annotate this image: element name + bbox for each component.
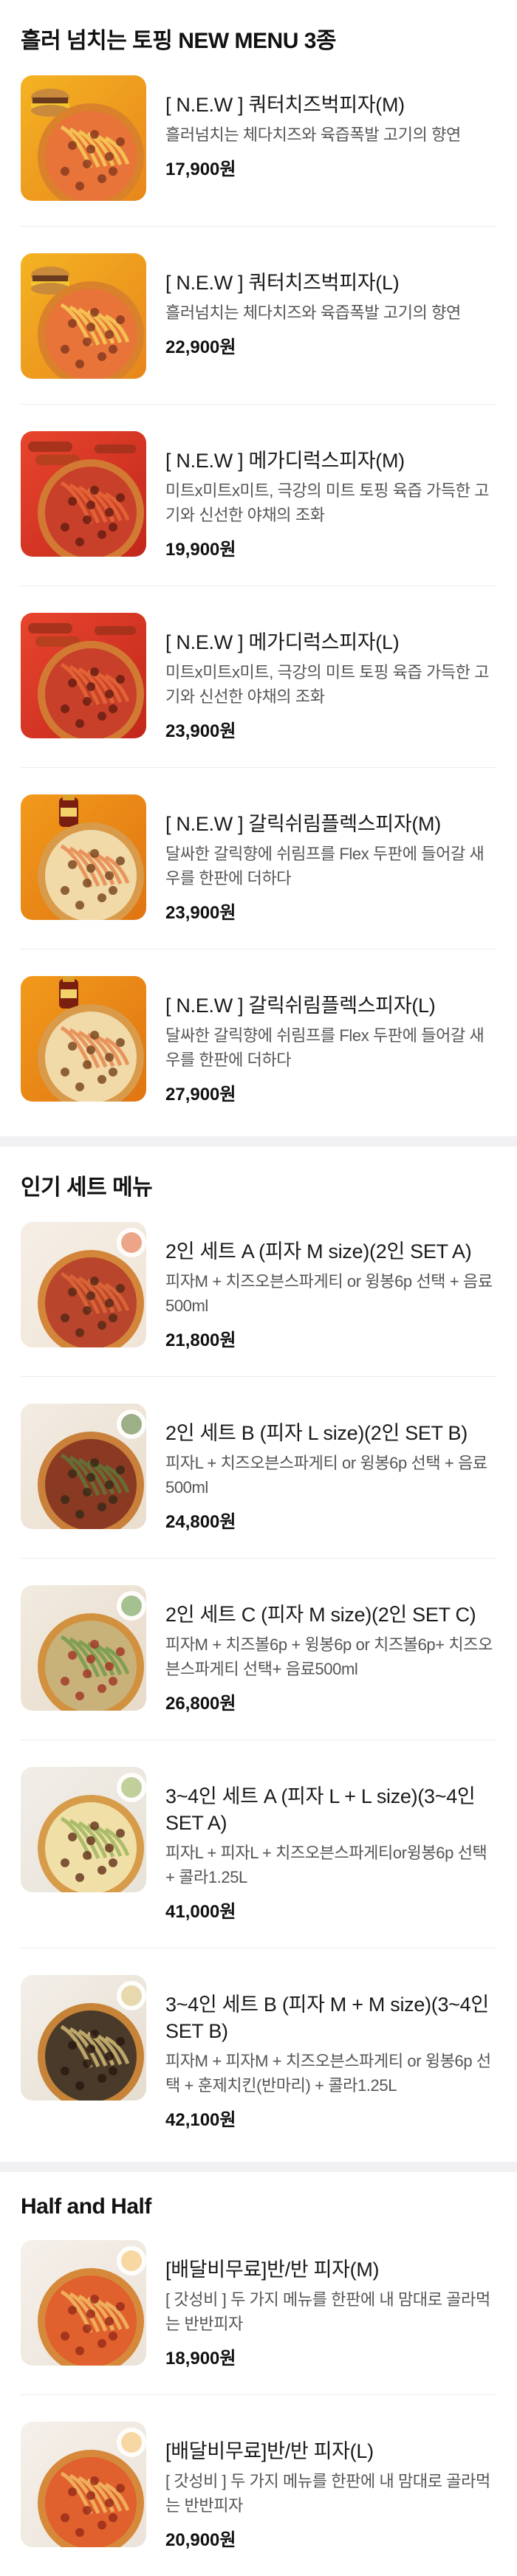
quarter-cheese-burger-pizza-image [21, 75, 146, 201]
menu-item-info: [배달비무료]반/반 피자(M) [ 갓성비 ] 두 가지 메뉴를 한판에 내 … [165, 2240, 496, 2369]
mega-deluxe-pizza-image [21, 431, 146, 557]
menu-item[interactable]: [ N.E.W ] 메가디럭스피자(L) 미트x미트x미트, 극강의 미트 토핑… [21, 613, 496, 768]
menu-item-info: 3~4인 세트 A (피자 L + L size)(3~4인 SET A) 피자… [165, 1767, 496, 1923]
menu-page: 흘러 넘치는 토핑 NEW MENU 3종 [ N.E.W ] 쿼터치즈벅피자(… [0, 0, 517, 2576]
menu-item-price: 19,900원 [165, 540, 236, 560]
menu-item[interactable]: 3~4인 세트 A (피자 L + L size)(3~4인 SET A) 피자… [21, 1767, 496, 1948]
menu-item[interactable]: [배달비무료]반/반 피자(M) [ 갓성비 ] 두 가지 메뉴를 한판에 내 … [21, 2240, 496, 2395]
menu-list: [ N.E.W ] 쿼터치즈벅피자(M) 흘러넘치는 체다치즈와 육즙폭발 고기… [21, 75, 496, 1130]
menu-item-name: [ N.E.W ] 쿼터치즈벅피자(M) [165, 94, 405, 116]
menu-item-description: 피자M + 피자M + 치즈오븐스파게티 or 윙봉6p 선택 + 훈제치킨(반… [165, 2052, 491, 2095]
menu-item-price: 21,800원 [165, 1330, 236, 1350]
menu-item-description: [ 갓성비 ] 두 가지 메뉴를 한판에 내 맘대로 골라먹는 반반피자 [165, 2290, 490, 2333]
menu-item-name: [ N.E.W ] 갈릭쉬림플렉스피자(L) [165, 995, 436, 1017]
menu-item[interactable]: [배달비무료]반/반 피자(L) [ 갓성비 ] 두 가지 메뉴를 한판에 내 … [21, 2422, 496, 2576]
menu-item-name: 2인 세트 A (피자 M size)(2인 SET A) [165, 1240, 472, 1263]
menu-item[interactable]: [ N.E.W ] 메가디럭스피자(M) 미트x미트x미트, 극강의 미트 토핑… [21, 431, 496, 586]
menu-item[interactable]: [ N.E.W ] 갈릭쉬림플렉스피자(M) 달싸한 갈릭향에 쉬림프를 Fle… [21, 794, 496, 949]
menu-item-description: 피자L + 피자L + 치즈오븐스파게티or윙봉6p 선택 + 콜라1.25L [165, 1844, 487, 1886]
menu-item-price: 23,900원 [165, 721, 236, 741]
menu-item-price: 20,900원 [165, 2530, 236, 2550]
menu-item-price: 23,900원 [165, 903, 236, 923]
menu-item-price: 17,900원 [165, 159, 236, 179]
menu-list: [배달비무료]반/반 피자(M) [ 갓성비 ] 두 가지 메뉴를 한판에 내 … [21, 2240, 496, 2576]
menu-item-name: [ N.E.W ] 갈릭쉬림플렉스피자(M) [165, 813, 441, 835]
half-half-pizza-image [21, 2240, 146, 2366]
menu-item-price: 18,900원 [165, 2349, 236, 2369]
menu-item-description: 피자M + 치즈볼6p + 윙봉6p or 치즈볼6p+ 치즈오븐스파게티 선택… [165, 1635, 493, 1678]
menu-item-description: 피자L + 치즈오븐스파게티 or 윙봉6p 선택 + 음료500ml [165, 1454, 487, 1497]
menu-item-info: [ N.E.W ] 쿼터치즈벅피자(L) 흘러넘치는 체다치즈와 육즙폭발 고기… [165, 253, 496, 358]
menu-item[interactable]: [ N.E.W ] 쿼터치즈벅피자(L) 흘러넘치는 체다치즈와 육즙폭발 고기… [21, 253, 496, 405]
menu-item-info: [배달비무료]반/반 피자(L) [ 갓성비 ] 두 가지 메뉴를 한판에 내 … [165, 2422, 496, 2551]
section-half-and-half: Half and Half [배달비무료]반/반 피자(M) [ 갓성비 ] 두… [0, 2172, 517, 2576]
mega-deluxe-pizza-image [21, 613, 146, 738]
half-half-pizza-image [21, 2422, 146, 2547]
menu-item-info: 2인 세트 A (피자 M size)(2인 SET A) 피자M + 치즈오븐… [165, 1222, 496, 1351]
quarter-cheese-burger-pizza-image [21, 253, 146, 379]
menu-item-name: 2인 세트 C (피자 M size)(2인 SET C) [165, 1604, 476, 1626]
set-a-34-image [21, 1767, 146, 1892]
section-popular-sets: 인기 세트 메뉴 2인 세트 A (피자 M size)(2인 SET A) 피… [0, 1147, 517, 2156]
menu-item[interactable]: 2인 세트 A (피자 M size)(2인 SET A) 피자M + 치즈오븐… [21, 1222, 496, 1377]
menu-item-name: 3~4인 세트 B (피자 M + M size)(3~4인 SET B) [165, 1993, 489, 2042]
menu-item-name: 2인 세트 B (피자 L size)(2인 SET B) [165, 1422, 468, 1444]
menu-item-description: 달싸한 갈릭향에 쉬림프를 Flex 두판에 들어갈 새우를 한판에 더하다 [165, 1026, 485, 1069]
section-divider [0, 2162, 517, 2172]
menu-item-name: [ N.E.W ] 메가디럭스피자(L) [165, 631, 400, 653]
menu-item[interactable]: 2인 세트 B (피자 L size)(2인 SET B) 피자L + 치즈오븐… [21, 1404, 496, 1559]
menu-item-name: [ N.E.W ] 메가디럭스피자(M) [165, 450, 405, 472]
menu-item-name: 3~4인 세트 A (피자 L + L size)(3~4인 SET A) [165, 1785, 476, 1834]
menu-item-name: [배달비무료]반/반 피자(L) [165, 2440, 374, 2462]
menu-item[interactable]: 2인 세트 C (피자 M size)(2인 SET C) 피자M + 치즈볼6… [21, 1585, 496, 1740]
set-a-2-image [21, 1222, 146, 1347]
menu-item-info: [ N.E.W ] 쿼터치즈벅피자(M) 흘러넘치는 체다치즈와 육즙폭발 고기… [165, 75, 496, 180]
menu-item-price: 41,000원 [165, 1902, 236, 1922]
menu-item-name: [ N.E.W ] 쿼터치즈벅피자(L) [165, 272, 400, 294]
menu-item[interactable]: 3~4인 세트 B (피자 M + M size)(3~4인 SET B) 피자… [21, 1975, 496, 2156]
garlic-shrimp-flex-pizza-image [21, 976, 146, 1102]
menu-item-price: 24,800원 [165, 1512, 236, 1532]
menu-item-info: [ N.E.W ] 갈릭쉬림플렉스피자(M) 달싸한 갈릭향에 쉬림프를 Fle… [165, 794, 496, 924]
menu-item-description: 피자M + 치즈오븐스파게티 or 윙봉6p 선택 + 음료500ml [165, 1272, 493, 1315]
menu-item-price: 42,100원 [165, 2110, 236, 2130]
menu-item-description: 흘러넘치는 체다치즈와 육즙폭발 고기의 향연 [165, 126, 461, 144]
section-title: 흘러 넘치는 토핑 NEW MENU 3종 [21, 29, 336, 53]
menu-item-description: 달싸한 갈릭향에 쉬림프를 Flex 두판에 들어갈 새우를 한판에 더하다 [165, 845, 485, 887]
set-b-2-image [21, 1404, 146, 1529]
menu-item-price: 22,900원 [165, 337, 236, 357]
set-b-34-image [21, 1975, 146, 2101]
menu-item-price: 26,800원 [165, 1694, 236, 1714]
menu-item-name: [배달비무료]반/반 피자(M) [165, 2259, 380, 2281]
menu-item-description: 미트x미트x미트, 극강의 미트 토핑 육즙 가득한 고기와 신선한 야채의 조… [165, 663, 490, 706]
menu-item[interactable]: [ N.E.W ] 쿼터치즈벅피자(M) 흘러넘치는 체다치즈와 육즙폭발 고기… [21, 75, 496, 227]
section-new-menu: 흘러 넘치는 토핑 NEW MENU 3종 [ N.E.W ] 쿼터치즈벅피자(… [0, 0, 517, 1130]
menu-item-info: [ N.E.W ] 메가디럭스피자(L) 미트x미트x미트, 극강의 미트 토핑… [165, 613, 496, 742]
garlic-shrimp-flex-pizza-image [21, 794, 146, 920]
menu-item-info: 2인 세트 B (피자 L size)(2인 SET B) 피자L + 치즈오븐… [165, 1404, 496, 1533]
set-c-2-image [21, 1585, 146, 1711]
section-title: Half and Half [21, 2194, 151, 2219]
menu-item[interactable]: [ N.E.W ] 갈릭쉬림플렉스피자(L) 달싸한 갈릭향에 쉬림프를 Fle… [21, 976, 496, 1130]
section-title: 인기 세트 메뉴 [21, 1175, 153, 1200]
menu-list: 2인 세트 A (피자 M size)(2인 SET A) 피자M + 치즈오븐… [21, 1222, 496, 2156]
menu-item-description: 흘러넘치는 체다치즈와 육즙폭발 고기의 향연 [165, 303, 461, 322]
menu-item-description: [ 갓성비 ] 두 가지 메뉴를 한판에 내 맘대로 골라먹는 반반피자 [165, 2472, 490, 2515]
menu-item-info: 2인 세트 C (피자 M size)(2인 SET C) 피자M + 치즈볼6… [165, 1585, 496, 1714]
menu-item-info: [ N.E.W ] 갈릭쉬림플렉스피자(L) 달싸한 갈릭향에 쉬림프를 Fle… [165, 976, 496, 1105]
menu-item-description: 미트x미트x미트, 극강의 미트 토핑 육즙 가득한 고기와 신선한 야채의 조… [165, 481, 490, 524]
menu-item-info: [ N.E.W ] 메가디럭스피자(M) 미트x미트x미트, 극강의 미트 토핑… [165, 431, 496, 560]
menu-item-info: 3~4인 세트 B (피자 M + M size)(3~4인 SET B) 피자… [165, 1975, 496, 2131]
menu-item-price: 27,900원 [165, 1085, 236, 1105]
section-divider [0, 1136, 517, 1147]
